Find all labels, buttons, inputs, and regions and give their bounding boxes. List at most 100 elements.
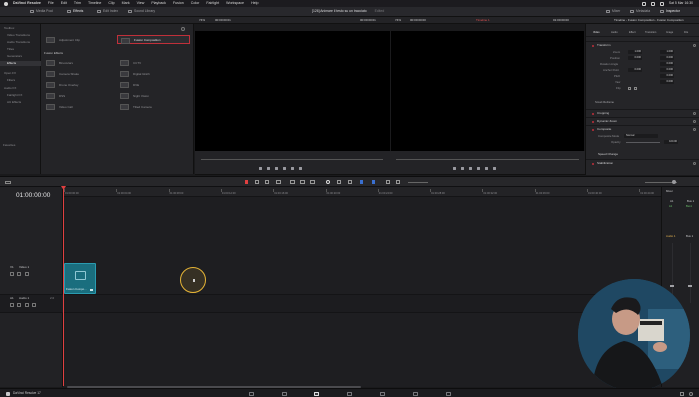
tree-effects[interactable]: Effects: [7, 62, 16, 65]
fx-binoculars[interactable]: Binoculars: [46, 60, 73, 66]
menu-view[interactable]: View: [137, 1, 145, 6]
section-stabilization[interactable]: Stabilization: [586, 159, 699, 166]
fx-dss[interactable]: DSS: [46, 93, 65, 99]
snapping-icon[interactable]: [326, 180, 330, 184]
menu-clip[interactable]: Clip: [108, 1, 114, 6]
menu-workspace[interactable]: Workspace: [226, 1, 244, 6]
jump-start-icon[interactable]: [259, 167, 262, 170]
tree-fairlight-fx[interactable]: Fairlight FX: [7, 94, 22, 97]
track-name[interactable]: Audio 1: [19, 297, 29, 300]
effects-button[interactable]: Effects: [67, 9, 83, 13]
position-lock-icon[interactable]: [348, 180, 352, 184]
loop-icon[interactable]: [493, 167, 496, 170]
right-zoom[interactable]: 74%: [395, 19, 401, 22]
menu-fairlight[interactable]: Fairlight: [206, 1, 219, 6]
loop-icon[interactable]: [299, 167, 302, 170]
jump-end-icon[interactable]: [485, 167, 488, 170]
tree-open-fx[interactable]: Open FX: [4, 72, 16, 75]
opacity-slider[interactable]: [626, 142, 660, 143]
color-page-icon[interactable]: [380, 391, 385, 396]
mixer-bus-input[interactable]: Bus1: [686, 205, 692, 209]
zoom-detail-icon[interactable]: [396, 180, 400, 184]
fx-adjustment-clip[interactable]: Adjustment Clip: [46, 37, 80, 43]
settings-icon[interactable]: [689, 391, 693, 396]
play-icon[interactable]: [477, 167, 480, 170]
yaw-field[interactable]: 0.000: [660, 80, 674, 84]
timeline-name[interactable]: Timeline 1: [476, 19, 490, 22]
section-composite[interactable]: Composite: [586, 125, 699, 132]
menu-playback[interactable]: Playback: [151, 1, 166, 6]
search-icon[interactable]: [650, 1, 655, 6]
tree-video-transitions[interactable]: Video Transitions: [7, 34, 30, 37]
selection-tool-icon[interactable]: [245, 180, 248, 184]
pitch-field[interactable]: 0.000: [660, 74, 674, 78]
reset-icon[interactable]: [693, 44, 696, 47]
flip-h-icon[interactable]: [628, 86, 631, 90]
playhead[interactable]: [63, 188, 64, 386]
position-x-field[interactable]: 0.000: [628, 56, 642, 60]
zoom-slider[interactable]: [408, 182, 428, 183]
overwrite-clip-icon[interactable]: [300, 180, 305, 184]
reverse-icon[interactable]: [267, 167, 270, 170]
tab-video[interactable]: Video: [593, 31, 600, 35]
visibility-icon[interactable]: [25, 272, 29, 276]
position-y-field[interactable]: 0.000: [660, 56, 674, 60]
opacity-field[interactable]: 100.00: [664, 140, 678, 144]
fx-tilted-camera[interactable]: Tilted Camera: [120, 104, 152, 110]
mute-icon[interactable]: [32, 303, 36, 307]
tree-titles[interactable]: Titles: [7, 48, 14, 51]
fairlight-page-icon[interactable]: [413, 391, 418, 396]
enable-dot[interactable]: [592, 120, 594, 123]
bus1-fader[interactable]: [688, 285, 692, 287]
anchor-y-field[interactable]: 0.000: [660, 68, 674, 72]
lock-icon[interactable]: [10, 272, 14, 276]
menu-edit[interactable]: Edit: [61, 1, 67, 6]
stop-icon[interactable]: [275, 167, 278, 170]
dynamic-trim-icon[interactable]: [265, 180, 269, 184]
section-cropping[interactable]: Cropping: [586, 109, 699, 116]
fx-dve[interactable]: DVE: [120, 82, 139, 88]
fx-fusion-composition[interactable]: Fusion Composition: [117, 35, 190, 44]
reset-icon[interactable]: [693, 128, 696, 131]
auto-select-icon[interactable]: [17, 303, 21, 307]
tree-filters[interactable]: Filters: [7, 79, 15, 82]
metadata-button[interactable]: Metadata: [630, 9, 650, 13]
edit-page-icon[interactable]: [314, 391, 319, 396]
marker-icon[interactable]: [372, 180, 375, 184]
enable-dot[interactable]: [592, 44, 594, 47]
timeline-timecode[interactable]: 01:00:00:00: [16, 192, 50, 200]
tree-generators[interactable]: Generators: [7, 55, 22, 58]
media-page-icon[interactable]: [249, 391, 254, 396]
enable-dot[interactable]: [592, 162, 594, 165]
fx-night-vision[interactable]: Night Vision: [120, 93, 149, 99]
reset-icon[interactable]: [693, 162, 696, 165]
tree-audio-transitions[interactable]: Audio Transitions: [7, 41, 30, 44]
auto-select-icon[interactable]: [17, 272, 21, 276]
flip-v-icon[interactable]: [634, 86, 637, 90]
menu-fusion[interactable]: Fusion: [173, 1, 184, 6]
zoom-y-field[interactable]: 1.000: [660, 50, 674, 54]
sound-library-button[interactable]: Sound Library: [128, 9, 155, 13]
section-dynamic-zoom[interactable]: Dynamic Zoom: [586, 117, 699, 124]
timeline-ruler[interactable]: [63, 187, 661, 197]
speed-change[interactable]: Speed Change: [598, 153, 618, 156]
layout-icon[interactable]: [5, 181, 11, 184]
tree-favorites[interactable]: Favorites: [3, 144, 15, 147]
control-center-icon[interactable]: [659, 1, 664, 6]
enable-dot[interactable]: [592, 112, 594, 115]
inspector-button[interactable]: Inspector: [660, 9, 680, 13]
menu-timeline[interactable]: Timeline: [88, 1, 101, 6]
reverse-icon[interactable]: [461, 167, 464, 170]
menu-file[interactable]: File: [48, 1, 54, 6]
menu-color[interactable]: Color: [191, 1, 200, 6]
rotation-field[interactable]: 0.000: [660, 62, 674, 66]
left-zoom[interactable]: 74%: [199, 19, 205, 22]
tab-effect[interactable]: Effect: [629, 31, 636, 35]
media-pool-button[interactable]: Media Pool: [30, 9, 53, 13]
reset-icon[interactable]: [693, 112, 696, 115]
timeline-scrubber[interactable]: [396, 159, 579, 160]
tree-toolbox[interactable]: Toolbox: [4, 27, 14, 30]
tab-file[interactable]: File: [684, 31, 688, 35]
composite-mode-select[interactable]: Normal: [624, 134, 658, 138]
solo-icon[interactable]: [25, 303, 29, 307]
